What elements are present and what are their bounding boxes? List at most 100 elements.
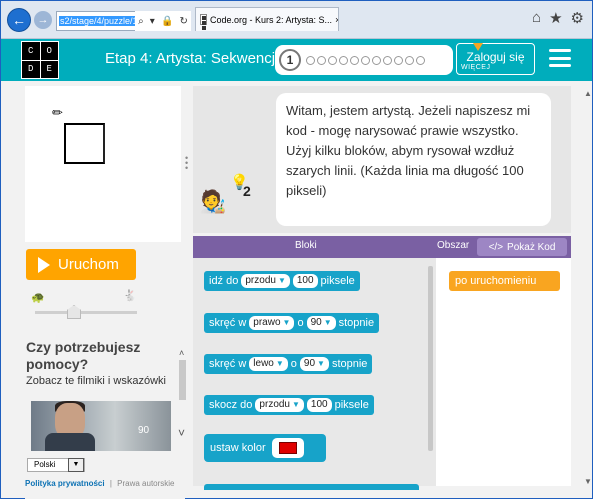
- logo-letter: C: [22, 42, 40, 60]
- direction-dropdown[interactable]: przodu ▼: [241, 274, 290, 288]
- more-label: WIĘCEJ: [461, 64, 491, 71]
- scroll-down-icon[interactable]: ˅: [178, 426, 185, 440]
- chevron-down-icon[interactable]: ▼: [68, 458, 84, 472]
- scroll-down-icon[interactable]: ▼: [584, 477, 592, 486]
- turn-left-block[interactable]: skręć w lewo ▼ o 90 ▼ stopnie: [204, 354, 373, 374]
- block-suffix: piksele: [320, 275, 355, 287]
- puzzle-dot[interactable]: [372, 55, 381, 65]
- block-mid: o: [297, 317, 304, 329]
- code-icon: </>: [488, 241, 504, 253]
- block-prefix: idź do: [209, 275, 239, 287]
- scroll-up-icon[interactable]: ▲: [584, 89, 592, 98]
- slider-knob[interactable]: [67, 305, 81, 319]
- drawing-canvas: [25, 86, 181, 242]
- scroll-up-icon[interactable]: ˄: [179, 348, 184, 358]
- privacy-link[interactable]: Polityka prywatności: [25, 479, 105, 488]
- back-button[interactable]: ←: [7, 8, 31, 32]
- turtle-icon: 🐢: [31, 292, 45, 304]
- browser-window: ← → s2/stage/4/puzzle/1 ⌕ ▾ 🔒 ↻ Code.org…: [0, 0, 593, 499]
- direction-value: przodu: [245, 275, 276, 286]
- video-thumbnail[interactable]: 90: [31, 401, 171, 451]
- footer-links: Polityka prywatności | Prawa autorskie: [25, 479, 175, 488]
- hint-count: 2: [243, 183, 251, 199]
- forward-button[interactable]: →: [34, 11, 52, 29]
- person-suit: [45, 433, 95, 451]
- refresh-icon[interactable]: ↻: [180, 16, 188, 27]
- puzzle-dot[interactable]: [416, 55, 425, 65]
- puzzle-dot[interactable]: [317, 55, 326, 65]
- puzzle-dot[interactable]: [383, 55, 392, 65]
- move-forward-block[interactable]: idź do przodu ▼ 100 piksele: [204, 271, 360, 291]
- puzzle-dot[interactable]: [350, 55, 359, 65]
- angle-dropdown[interactable]: 90 ▼: [306, 316, 336, 330]
- dropdown-arrow-icon: ▼: [323, 318, 332, 327]
- set-color-block[interactable]: ustaw kolor: [204, 434, 326, 462]
- tab-close-icon[interactable]: ×: [335, 15, 338, 25]
- dropdown-icon[interactable]: ▾: [150, 16, 155, 27]
- artist-small-icon: ✏: [52, 105, 63, 120]
- dropdown-triangle-icon: [473, 43, 483, 51]
- run-button[interactable]: Uruchom: [26, 249, 136, 280]
- puzzle-dot[interactable]: [328, 55, 337, 65]
- color-swatch: [278, 442, 297, 454]
- puzzle-dot[interactable]: [339, 55, 348, 65]
- logo-letter: D: [22, 60, 40, 78]
- scroll-thumb[interactable]: [179, 360, 186, 400]
- home-icon[interactable]: ⌂: [532, 9, 541, 27]
- partial-block[interactable]: [204, 484, 419, 490]
- puzzle-dot[interactable]: [405, 55, 414, 65]
- site-header: C O D E Etap 4: Artysta: Sekwencja 1 Zal…: [1, 39, 592, 81]
- direction-value: przodu: [259, 399, 290, 410]
- turn-right-block[interactable]: skręć w prawo ▼ o 90 ▼ stopnie: [204, 313, 380, 333]
- hamburger-menu-icon[interactable]: [549, 49, 571, 67]
- show-code-button[interactable]: </> Pokaż Kod: [477, 238, 567, 256]
- rights-link[interactable]: Prawa autorskie: [117, 479, 174, 488]
- workspace-area[interactable]: [436, 258, 571, 486]
- block-suffix: stopnie: [338, 317, 375, 329]
- gear-icon[interactable]: ⚙: [571, 9, 584, 27]
- workspace-label: Obszar: [437, 240, 470, 251]
- puzzle-progress: 1: [275, 45, 453, 75]
- toolbox-header: Bloki: [295, 240, 317, 251]
- angle-dropdown[interactable]: 90 ▼: [299, 357, 329, 371]
- footer-separator: |: [109, 479, 112, 488]
- search-icon[interactable]: ⌕: [138, 16, 144, 27]
- block-prefix: skocz do: [209, 399, 253, 411]
- value-field[interactable]: 100: [292, 274, 318, 288]
- speed-slider[interactable]: 🐢 🐇: [31, 290, 141, 321]
- browser-tab[interactable]: Code.org - Kurs 2: Artysta: S... ×: [195, 7, 339, 31]
- star-icon[interactable]: ★: [549, 9, 562, 27]
- value-field[interactable]: 100: [306, 398, 332, 412]
- video-number: 90: [138, 425, 150, 436]
- puzzle-dot[interactable]: [361, 55, 370, 65]
- set-color-label: ustaw kolor: [210, 442, 266, 454]
- login-button[interactable]: Zaloguj się WIĘCEJ: [456, 43, 535, 75]
- angle-value: 90: [303, 358, 316, 369]
- dropdown-arrow-icon: ▼: [292, 400, 300, 409]
- logo-letter: E: [40, 60, 58, 78]
- current-puzzle-bubble[interactable]: 1: [279, 49, 301, 71]
- dropdown-arrow-icon: ▼: [277, 276, 286, 285]
- color-picker[interactable]: [271, 438, 304, 458]
- direction-value: prawo: [253, 317, 281, 328]
- toolbox-scrollbar[interactable]: [428, 266, 433, 451]
- workspace-header: Bloki Obszar </> Pokaż Kod: [193, 236, 571, 258]
- codeorg-logo[interactable]: C O D E: [21, 41, 59, 79]
- help-scrollbar[interactable]: ˄ ˅: [178, 348, 188, 443]
- jump-forward-block[interactable]: skocz do przodu ▼ 100 piksele: [204, 395, 374, 415]
- language-select[interactable]: Polski ▼: [27, 458, 85, 472]
- puzzle-dot[interactable]: [394, 55, 403, 65]
- puzzle-dot[interactable]: [306, 55, 315, 65]
- new-tab-button[interactable]: [341, 11, 357, 27]
- when-run-block[interactable]: po uruchomieniu: [449, 271, 560, 291]
- stage-title: Etap 4: Artysta: Sekwencja: [105, 50, 284, 67]
- direction-dropdown[interactable]: lewo ▼: [249, 357, 288, 371]
- direction-dropdown[interactable]: przodu ▼: [255, 398, 304, 412]
- page-scrollbar[interactable]: ▲ ▼: [584, 89, 592, 489]
- slider-track: [35, 311, 137, 314]
- direction-dropdown[interactable]: prawo ▼: [249, 316, 295, 330]
- resize-handle-icon[interactable]: • • •: [185, 154, 188, 173]
- show-code-label: Pokaż Kod: [507, 241, 556, 253]
- run-label: Uruchom: [58, 256, 119, 273]
- direction-value: lewo: [253, 358, 274, 369]
